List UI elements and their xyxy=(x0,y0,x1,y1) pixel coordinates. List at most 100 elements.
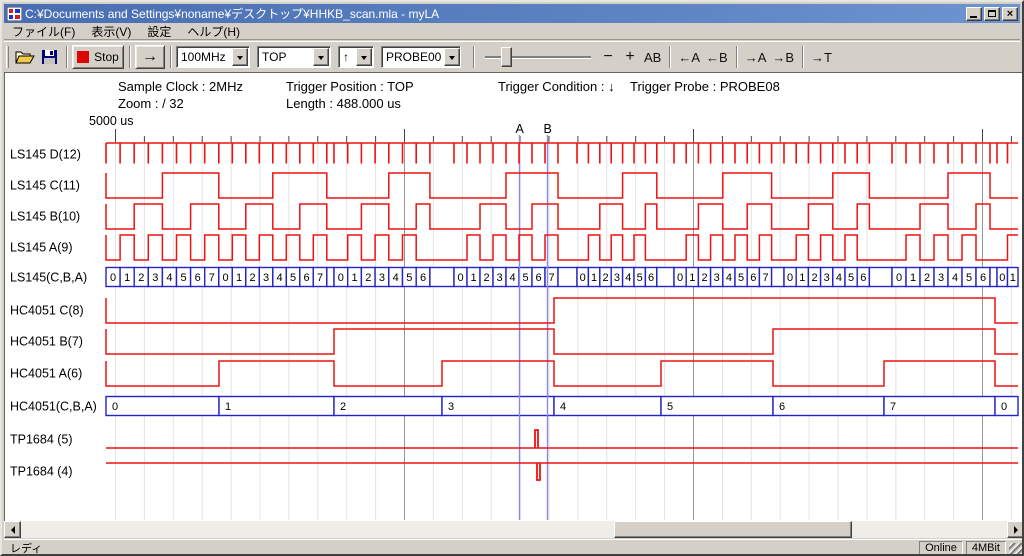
svg-text:6: 6 xyxy=(535,272,541,284)
toolbar-separator xyxy=(669,46,670,68)
svg-text:3: 3 xyxy=(938,272,944,284)
svg-text:3: 3 xyxy=(824,272,830,284)
channel-label: HC4051 A(6) xyxy=(10,367,82,381)
svg-text:1: 1 xyxy=(236,272,242,284)
run-button[interactable]: → xyxy=(135,45,165,69)
svg-text:7: 7 xyxy=(762,272,768,284)
horizontal-scrollbar[interactable] xyxy=(4,521,1024,538)
trigger-edge-combo[interactable]: ↑ xyxy=(338,46,374,68)
svg-text:5: 5 xyxy=(637,272,643,284)
zoom-out-button[interactable]: − xyxy=(597,46,619,68)
goto-b-fwd-button[interactable]: →B xyxy=(769,46,797,68)
chevron-down-icon[interactable] xyxy=(313,48,329,66)
svg-text:2: 2 xyxy=(701,272,707,284)
svg-text:0: 0 xyxy=(110,272,116,284)
channel-label: LS145 B(10) xyxy=(10,210,80,224)
svg-text:1: 1 xyxy=(470,272,476,284)
goto-a-fwd-button[interactable]: →A xyxy=(742,46,770,68)
maximize-icon xyxy=(988,10,996,17)
goto-a-back-button[interactable]: ←A xyxy=(675,46,703,68)
close-icon: × xyxy=(1007,9,1013,19)
trigger-position-combo[interactable]: TOP xyxy=(257,46,331,68)
svg-text:7: 7 xyxy=(548,272,554,284)
waveform-area: Sample Clock : 2MHz Trigger Position : T… xyxy=(4,72,1024,521)
svg-text:0: 0 xyxy=(999,272,1005,284)
bus-row: 0123456701234567012345601234567012345601… xyxy=(106,268,1018,287)
svg-text:2: 2 xyxy=(924,272,930,284)
channel-label: LS145 A(9) xyxy=(10,241,73,255)
menu-view[interactable]: 表示(V) xyxy=(83,22,139,41)
svg-text:2: 2 xyxy=(249,272,255,284)
toolbar-separator xyxy=(736,46,737,68)
svg-text:4: 4 xyxy=(166,272,172,284)
waveform-plot: 0123456701234567012345601234567012345601… xyxy=(4,72,1024,520)
svg-text:5: 5 xyxy=(667,401,673,413)
scrollbar-thumb[interactable] xyxy=(614,521,852,538)
scroll-right-button[interactable] xyxy=(1007,521,1024,538)
toolbar-separator xyxy=(129,46,130,68)
bus-row: 012345670 xyxy=(106,397,1018,416)
chevron-down-icon[interactable] xyxy=(356,48,372,66)
svg-text:6: 6 xyxy=(980,272,986,284)
svg-text:6: 6 xyxy=(303,272,309,284)
channel-label: TP1684 (5) xyxy=(10,433,73,447)
svg-text:0: 0 xyxy=(112,401,118,413)
svg-text:3: 3 xyxy=(379,272,385,284)
svg-text:6: 6 xyxy=(860,272,866,284)
svg-text:5: 5 xyxy=(290,272,296,284)
toolbar-separator xyxy=(66,46,67,68)
svg-text:0: 0 xyxy=(787,272,793,284)
svg-text:2: 2 xyxy=(602,272,608,284)
svg-text:4: 4 xyxy=(560,401,566,413)
svg-text:0: 0 xyxy=(1001,401,1007,413)
svg-text:0: 0 xyxy=(222,272,228,284)
svg-text:4: 4 xyxy=(393,272,399,284)
stop-button[interactable]: Stop xyxy=(72,45,124,69)
svg-text:7: 7 xyxy=(890,401,896,413)
ab-button[interactable]: AB xyxy=(641,46,664,68)
app-icon xyxy=(7,7,22,21)
zoom-slider-handle[interactable] xyxy=(501,47,512,67)
svg-text:2: 2 xyxy=(138,272,144,284)
maximize-button[interactable] xyxy=(984,7,1000,21)
channel-label: LS145 C(11) xyxy=(10,179,80,193)
sample-clock-combo[interactable]: 100MHz xyxy=(176,46,250,68)
save-button[interactable] xyxy=(38,46,61,68)
toolbar-separator xyxy=(802,46,803,68)
svg-text:2: 2 xyxy=(365,272,371,284)
close-button[interactable]: × xyxy=(1002,7,1018,21)
menu-settings[interactable]: 設定 xyxy=(139,22,179,41)
minimize-button[interactable] xyxy=(966,7,982,21)
chevron-down-icon[interactable] xyxy=(444,48,460,66)
goto-trigger-button[interactable]: →T xyxy=(808,46,835,68)
trigger-probe-combo[interactable]: PROBE00 xyxy=(381,46,461,68)
svg-text:1: 1 xyxy=(910,272,916,284)
svg-text:5: 5 xyxy=(180,272,186,284)
svg-text:4: 4 xyxy=(509,272,515,284)
chevron-down-icon[interactable] xyxy=(232,48,248,66)
svg-text:0: 0 xyxy=(580,272,586,284)
scroll-right-icon xyxy=(1014,526,1022,534)
svg-text:0: 0 xyxy=(338,272,344,284)
svg-text:5: 5 xyxy=(738,272,744,284)
svg-text:3: 3 xyxy=(714,272,720,284)
svg-text:4: 4 xyxy=(726,272,732,284)
svg-text:4: 4 xyxy=(276,272,282,284)
goto-b-back-button[interactable]: ←B xyxy=(703,46,731,68)
svg-text:5: 5 xyxy=(522,272,528,284)
channel-label: HC4051(C,B,A) xyxy=(10,400,97,414)
menu-help[interactable]: ヘルプ(H) xyxy=(179,22,248,41)
svg-text:3: 3 xyxy=(496,272,502,284)
zoom-slider[interactable] xyxy=(485,46,591,68)
save-floppy-icon xyxy=(41,49,58,65)
svg-text:1: 1 xyxy=(591,272,597,284)
scroll-left-button[interactable] xyxy=(4,521,21,538)
resize-grip[interactable] xyxy=(1009,543,1022,556)
status-online: Online xyxy=(919,541,963,556)
menu-file[interactable]: ファイル(F) xyxy=(4,22,83,41)
menubar: ファイル(F) 表示(V) 設定 ヘルプ(H) xyxy=(4,23,1020,40)
open-file-button[interactable] xyxy=(12,46,38,68)
run-arrow-icon: → xyxy=(142,48,158,66)
zoom-in-button[interactable]: + xyxy=(619,46,641,68)
window-title: C:¥Documents and Settings¥noname¥デスクトップ¥… xyxy=(25,5,439,22)
